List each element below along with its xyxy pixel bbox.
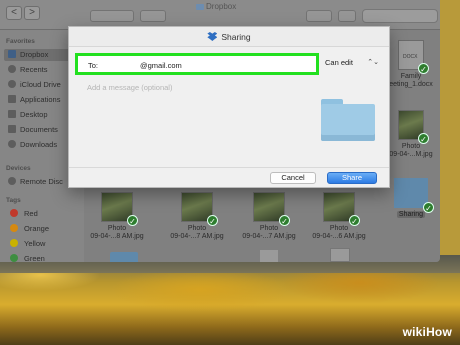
file-item-photo[interactable]: ✓ Photo 09-04-...6 AM.jpg bbox=[312, 192, 366, 241]
sidebar-item-label: Orange bbox=[24, 224, 50, 233]
sidebar-item-label: Downloads bbox=[20, 140, 58, 149]
synced-check-icon: ✓ bbox=[418, 63, 429, 74]
sharing-dialog-titlebar: Sharing bbox=[69, 27, 389, 47]
disc-icon bbox=[8, 177, 16, 185]
folder-icon bbox=[110, 252, 138, 262]
file-name-line1: Family bbox=[400, 73, 422, 80]
file-name-line2: 09-04-...7 AM.jpg bbox=[170, 233, 224, 240]
recipient-field[interactable]: To: @gmail.com bbox=[75, 53, 319, 75]
sidebar-item-tag-red[interactable]: Red bbox=[4, 208, 82, 220]
document-icon bbox=[8, 125, 16, 133]
message-input[interactable]: Add a message (optional) bbox=[87, 83, 172, 92]
file-item-family-meeting-docx[interactable]: DOCX ✓ Family eeting_1.docx bbox=[384, 40, 438, 89]
sidebar-item-label: Green bbox=[24, 254, 45, 262]
orange-tag-icon bbox=[10, 224, 18, 232]
file-item-photo[interactable]: ✓ Photo 09-04-...7 AM.jpg bbox=[242, 192, 296, 241]
dropbox-icon bbox=[8, 50, 16, 58]
permission-value: Can edit bbox=[325, 58, 353, 67]
chevron-updown-icon: ⌃⌄ bbox=[367, 59, 379, 66]
sidebar-item-label: Recents bbox=[20, 65, 48, 74]
shared-folder-icon bbox=[321, 99, 375, 141]
tag-toolbar-button[interactable] bbox=[338, 10, 356, 22]
clock-icon bbox=[8, 65, 16, 73]
arrange-control[interactable] bbox=[140, 10, 166, 22]
tags-header: Tags bbox=[6, 197, 21, 204]
sidebar-item-label: iCloud Drive bbox=[20, 80, 61, 89]
share-button[interactable]: Share bbox=[327, 172, 377, 184]
file-name-line1: Photo bbox=[329, 225, 349, 232]
sharing-dialog-title: Sharing bbox=[221, 32, 251, 42]
doc-type-label: DOCX bbox=[403, 54, 418, 60]
synced-check-icon: ✓ bbox=[423, 202, 434, 213]
sidebar-item-tag-orange[interactable]: Orange bbox=[4, 223, 82, 235]
sidebar-item-label: Remote Disc bbox=[20, 177, 63, 186]
synced-check-icon: ✓ bbox=[418, 133, 429, 144]
folder-icon bbox=[196, 4, 204, 10]
file-item-photo[interactable]: ✓ Photo 09-04-...7 AM.jpg bbox=[170, 192, 224, 241]
file-name-line1: Photo bbox=[401, 143, 421, 150]
wikihow-watermark: wikiHow bbox=[402, 325, 452, 339]
yellow-tag-icon bbox=[10, 239, 18, 247]
sidebar-item-label: Documents bbox=[20, 125, 58, 134]
file-name-line1: Photo bbox=[187, 225, 207, 232]
share-toolbar-button[interactable] bbox=[306, 10, 332, 22]
file-name-line2: 09-04-...6 AM.jpg bbox=[312, 233, 366, 240]
sidebar-item-label: Yellow bbox=[24, 239, 46, 248]
file-name-line1: Photo bbox=[107, 225, 127, 232]
download-icon bbox=[8, 140, 16, 148]
sidebar-item-label: Red bbox=[24, 209, 38, 218]
folder-icon: ✓ bbox=[394, 178, 434, 213]
sidebar-item-label: Dropbox bbox=[20, 50, 49, 59]
file-item-sharing-folder[interactable]: ✓ Sharing bbox=[384, 178, 438, 219]
file-name-line2: 09-04-...7 AM.jpg bbox=[242, 233, 296, 240]
file-item-photo[interactable]: ✓ Photo 09-04-...M.jpg bbox=[384, 110, 438, 159]
dropbox-icon bbox=[207, 32, 218, 41]
synced-check-icon: ✓ bbox=[349, 215, 360, 226]
sidebar-item-tag-yellow[interactable]: Yellow bbox=[4, 238, 82, 250]
sidebar-item-label: Desktop bbox=[20, 110, 48, 119]
green-tag-icon bbox=[10, 254, 18, 262]
desktop-icon bbox=[8, 110, 16, 118]
sidebar-item-tag-green[interactable]: Green bbox=[4, 253, 82, 262]
favorites-header: Favorites bbox=[6, 38, 35, 45]
synced-check-icon: ✓ bbox=[207, 215, 218, 226]
file-name-line2: 09-04-...8 AM.jpg bbox=[90, 233, 144, 240]
to-label: To: bbox=[88, 61, 99, 70]
photo-thumbnail: ✓ bbox=[253, 192, 290, 226]
back-button[interactable]: < bbox=[6, 6, 22, 20]
synced-check-icon: ✓ bbox=[279, 215, 290, 226]
permission-select[interactable]: Can edit ⌃⌄ bbox=[321, 55, 383, 71]
file-name-line2: eeting_1.docx bbox=[389, 81, 433, 88]
document-icon bbox=[330, 248, 350, 262]
sidebar-item-label: Applications bbox=[20, 95, 61, 104]
sharing-dialog: Sharing To: @gmail.com Can edit ⌃⌄ Add a… bbox=[68, 26, 390, 188]
file-name-line2: 09-04-...M.jpg bbox=[389, 151, 433, 158]
applications-icon bbox=[8, 95, 16, 103]
photo-thumbnail: ✓ bbox=[101, 192, 138, 226]
cancel-button[interactable]: Cancel bbox=[270, 172, 316, 184]
photo-thumbnail: ✓ bbox=[181, 192, 218, 226]
photo-thumbnail: ✓ bbox=[323, 192, 360, 226]
file-item-photo[interactable]: ✓ Photo 09-04-...8 AM.jpg bbox=[90, 192, 144, 241]
search-input[interactable] bbox=[362, 9, 438, 23]
cloud-icon bbox=[8, 80, 16, 88]
synced-check-icon: ✓ bbox=[127, 215, 138, 226]
forward-button[interactable]: > bbox=[24, 6, 40, 20]
file-name-line1: Photo bbox=[259, 225, 279, 232]
document-icon bbox=[260, 250, 278, 262]
devices-header: Devices bbox=[6, 165, 31, 172]
view-mode-control[interactable] bbox=[90, 10, 134, 22]
red-tag-icon bbox=[10, 209, 18, 217]
document-icon: DOCX ✓ bbox=[398, 40, 429, 74]
window-title: Dropbox bbox=[196, 2, 236, 11]
photo-thumbnail: ✓ bbox=[398, 110, 429, 144]
divider bbox=[69, 167, 389, 168]
window-title-text: Dropbox bbox=[206, 2, 237, 11]
recipient-email[interactable]: @gmail.com bbox=[140, 61, 182, 70]
